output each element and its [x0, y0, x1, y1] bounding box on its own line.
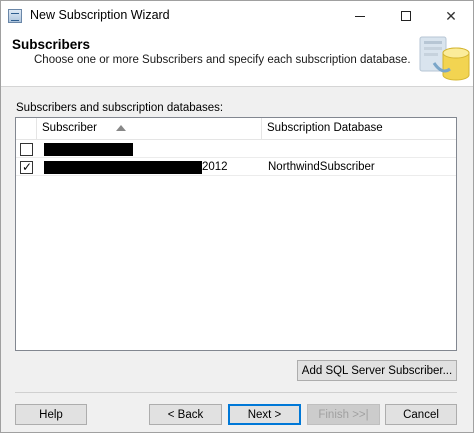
footer-divider	[15, 392, 457, 393]
cancel-button[interactable]: Cancel	[385, 404, 457, 425]
redacted-subscriber-name	[44, 143, 133, 156]
subscriber-checkbox[interactable]: ✓	[20, 160, 33, 174]
app-icon	[8, 9, 22, 23]
title-bar: New Subscription Wizard ✕	[1, 1, 473, 31]
page-subtitle: Choose one or more Subscribers and speci…	[34, 54, 411, 66]
header-check-column[interactable]	[16, 118, 37, 140]
back-button[interactable]: < Back	[149, 404, 222, 425]
close-button[interactable]: ✕	[428, 1, 474, 31]
maximize-icon	[401, 11, 411, 21]
column-header-subscriber[interactable]: Subscriber	[37, 118, 262, 140]
database-wizard-graphic-icon	[419, 36, 470, 81]
wizard-window: New Subscription Wizard ✕ Subscribers Ch…	[0, 0, 474, 433]
wizard-header: Subscribers Choose one or more Subscribe…	[1, 31, 473, 87]
redacted-subscriber-name	[44, 161, 202, 174]
window-title: New Subscription Wizard	[30, 8, 170, 22]
subscription-database-cell[interactable]: NorthwindSubscriber	[268, 161, 375, 173]
sort-ascending-icon	[116, 125, 126, 131]
page-title: Subscribers	[12, 37, 91, 52]
subscribers-list[interactable]: Subscriber Subscription Database ✓ 2012 …	[15, 117, 457, 351]
help-button[interactable]: Help	[15, 404, 87, 425]
minimize-button[interactable]	[337, 1, 383, 31]
maximize-button[interactable]	[383, 1, 429, 31]
column-header-database[interactable]: Subscription Database	[262, 118, 456, 140]
column-subscriber-label: Subscriber	[42, 122, 97, 134]
close-icon: ✕	[445, 7, 457, 24]
next-button[interactable]: Next >	[228, 404, 301, 425]
finish-button[interactable]: Finish >>|	[307, 404, 380, 425]
checkmark-icon: ✓	[22, 160, 33, 174]
list-header: Subscriber Subscription Database	[16, 118, 456, 140]
subscriber-name-suffix: 2012	[202, 161, 228, 173]
list-item[interactable]: ✓ 2012 NorthwindSubscriber	[16, 158, 456, 176]
list-item[interactable]	[16, 140, 456, 158]
column-database-label: Subscription Database	[267, 122, 383, 134]
subscriber-checkbox[interactable]	[20, 143, 33, 156]
add-sql-server-subscriber-button[interactable]: Add SQL Server Subscriber...	[297, 360, 457, 381]
minimize-icon	[355, 15, 365, 17]
list-label: Subscribers and subscription databases:	[16, 102, 224, 114]
